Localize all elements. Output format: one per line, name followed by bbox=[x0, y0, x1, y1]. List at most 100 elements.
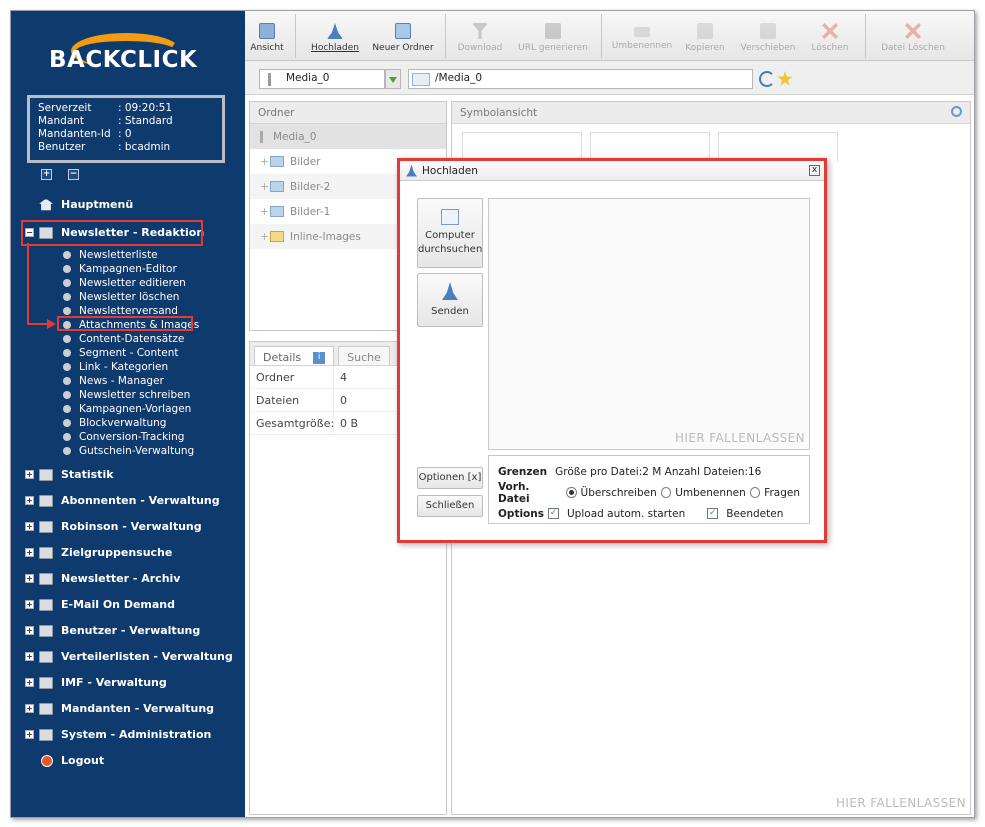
menu-label: IMF - Verwaltung bbox=[61, 676, 167, 689]
submenu-item[interactable]: Blockverwaltung bbox=[63, 416, 199, 430]
submenu-item[interactable]: Newsletter löschen bbox=[63, 290, 199, 304]
expand-icon[interactable]: + bbox=[260, 206, 270, 218]
dialog-title: Hochladen bbox=[422, 164, 478, 177]
bullet-icon bbox=[63, 363, 71, 371]
submenu-label: Conversion-Tracking bbox=[79, 431, 185, 443]
ask-radio[interactable] bbox=[749, 487, 761, 498]
path-field[interactable]: /Media_0 bbox=[408, 69, 753, 89]
submenu-label: Newsletter löschen bbox=[79, 291, 180, 303]
upload-drop-zone[interactable]: HIER FALLENLASSEN bbox=[488, 198, 810, 450]
delete-icon bbox=[822, 23, 838, 39]
submenu-item[interactable]: Link - Kategorien bbox=[63, 360, 199, 374]
tab-suche[interactable]: Suche bbox=[338, 346, 390, 365]
verschieben-button[interactable]: Verschieben bbox=[735, 11, 801, 61]
overwrite-radio[interactable] bbox=[566, 487, 577, 498]
submenu-item[interactable]: Gutschein-Verwaltung bbox=[63, 444, 199, 458]
close-icon[interactable]: x bbox=[809, 165, 820, 176]
menu-hauptmenue[interactable]: Hauptmenü bbox=[39, 198, 133, 211]
expand-all-button[interactable]: + bbox=[41, 169, 52, 180]
computer-durchsuchen-button[interactable]: Computer durchsuchen bbox=[417, 198, 483, 268]
folder-icon bbox=[39, 702, 53, 715]
refresh-icon[interactable] bbox=[759, 71, 775, 87]
dialog-header: Hochladen bbox=[400, 161, 824, 181]
bullet-icon bbox=[63, 349, 71, 357]
submenu-item[interactable]: Segment - Content bbox=[63, 346, 199, 360]
ansicht-button[interactable]: Ansicht bbox=[249, 11, 285, 61]
download-button[interactable]: Download bbox=[455, 11, 505, 61]
expand-icon[interactable]: + bbox=[25, 704, 34, 713]
media-dropdown[interactable]: Media_0 bbox=[259, 69, 385, 89]
menu-mandanten[interactable]: + Mandanten - Verwaltung bbox=[25, 702, 214, 715]
auto-upload-checkbox[interactable]: ✓ bbox=[548, 508, 559, 519]
close-when-done-checkbox[interactable]: ✓ bbox=[707, 508, 719, 519]
menu-system-administration[interactable]: + System - Administration bbox=[25, 728, 211, 741]
expand-icon[interactable]: + bbox=[260, 181, 270, 193]
tab-details[interactable]: Details i bbox=[254, 346, 335, 365]
expand-icon[interactable]: + bbox=[25, 600, 34, 609]
expand-icon[interactable]: + bbox=[25, 678, 34, 687]
logo-text: BACKCLICK bbox=[49, 47, 198, 73]
menu-statistik[interactable]: + Statistik bbox=[25, 468, 114, 481]
menu-abonnenten[interactable]: + Abonnenten - Verwaltung bbox=[25, 494, 220, 507]
url-generieren-button[interactable]: URL generieren bbox=[513, 11, 593, 61]
submenu-item[interactable]: Conversion-Tracking bbox=[63, 430, 199, 444]
loeschen-button[interactable]: Löschen bbox=[805, 11, 855, 61]
expand-icon[interactable]: + bbox=[25, 496, 34, 505]
bullet-icon bbox=[63, 447, 71, 455]
menu-imf[interactable]: + IMF - Verwaltung bbox=[25, 676, 167, 689]
menu-verteilerlisten[interactable]: + Verteilerlisten - Verwaltung bbox=[25, 650, 233, 663]
submenu-item[interactable]: Kampagnen-Vorlagen bbox=[63, 402, 199, 416]
favorite-star-icon[interactable] bbox=[777, 71, 793, 86]
submenu-label: Newsletter editieren bbox=[79, 277, 186, 289]
expand-icon[interactable]: + bbox=[25, 626, 34, 635]
optionen-button[interactable]: Optionen [x] bbox=[417, 467, 483, 489]
expand-icon[interactable]: + bbox=[25, 548, 34, 557]
url-icon bbox=[545, 23, 561, 39]
bullet-icon bbox=[63, 405, 71, 413]
submenu-item[interactable]: Newsletterliste bbox=[63, 248, 199, 262]
submenu-item[interactable]: Content-Datensätze bbox=[63, 332, 199, 346]
expand-icon[interactable]: + bbox=[260, 156, 270, 168]
submenu-item[interactable]: Newsletter editieren bbox=[63, 276, 199, 290]
highlight-box bbox=[21, 220, 203, 246]
submenu-item[interactable]: News - Manager bbox=[63, 374, 199, 388]
folder-icon bbox=[39, 728, 53, 741]
expand-icon[interactable]: + bbox=[25, 470, 34, 479]
folder-root[interactable]: Media_0 bbox=[250, 124, 446, 149]
rename-radio[interactable] bbox=[660, 487, 672, 498]
collapse-all-button[interactable]: − bbox=[68, 169, 79, 180]
menu-benutzer[interactable]: + Benutzer - Verwaltung bbox=[25, 624, 200, 637]
expand-icon[interactable]: + bbox=[25, 522, 34, 531]
info-icon: i bbox=[313, 352, 326, 364]
kopieren-button[interactable]: Kopieren bbox=[679, 11, 731, 61]
dropdown-arrow-icon[interactable] bbox=[385, 69, 401, 89]
datei-loeschen-button[interactable]: Datei Löschen bbox=[873, 11, 953, 61]
expand-icon[interactable]: + bbox=[260, 231, 270, 243]
menu-email-on-demand[interactable]: + E-Mail On Demand bbox=[25, 598, 175, 611]
neuer-ordner-button[interactable]: Neuer Ordner bbox=[371, 11, 435, 61]
menu-logout[interactable]: Logout bbox=[41, 754, 104, 767]
expand-icon[interactable]: + bbox=[25, 730, 34, 739]
expand-icon[interactable]: + bbox=[25, 574, 34, 583]
submenu-item[interactable]: Newsletter schreiben bbox=[63, 388, 199, 402]
expand-icon[interactable]: + bbox=[25, 652, 34, 661]
menu-robinson[interactable]: + Robinson - Verwaltung bbox=[25, 520, 202, 533]
panel-title: Symbolansicht bbox=[460, 107, 538, 119]
menu-newsletter-archiv[interactable]: + Newsletter - Archiv bbox=[25, 572, 180, 585]
schliessen-button[interactable]: Schließen bbox=[417, 495, 483, 517]
zoom-icon[interactable] bbox=[951, 106, 962, 117]
folder-icon bbox=[39, 494, 53, 507]
copy-icon bbox=[697, 23, 713, 39]
folder-up-icon[interactable] bbox=[412, 73, 430, 86]
menu-zielgruppensuche[interactable]: + Zielgruppensuche bbox=[25, 546, 172, 559]
folder-icon bbox=[270, 181, 284, 192]
browse-icon bbox=[441, 209, 459, 225]
toolbar-label: Löschen bbox=[811, 43, 849, 53]
hochladen-button[interactable]: Hochladen bbox=[309, 11, 361, 61]
send-icon bbox=[442, 282, 458, 300]
submenu-item[interactable]: Kampagnen-Editor bbox=[63, 262, 199, 276]
path-value: /Media_0 bbox=[435, 72, 483, 84]
folder-label: Inline-Images bbox=[290, 230, 361, 243]
senden-button[interactable]: Senden bbox=[417, 273, 483, 327]
umbenennen-button[interactable]: Umbenennen bbox=[611, 11, 673, 61]
